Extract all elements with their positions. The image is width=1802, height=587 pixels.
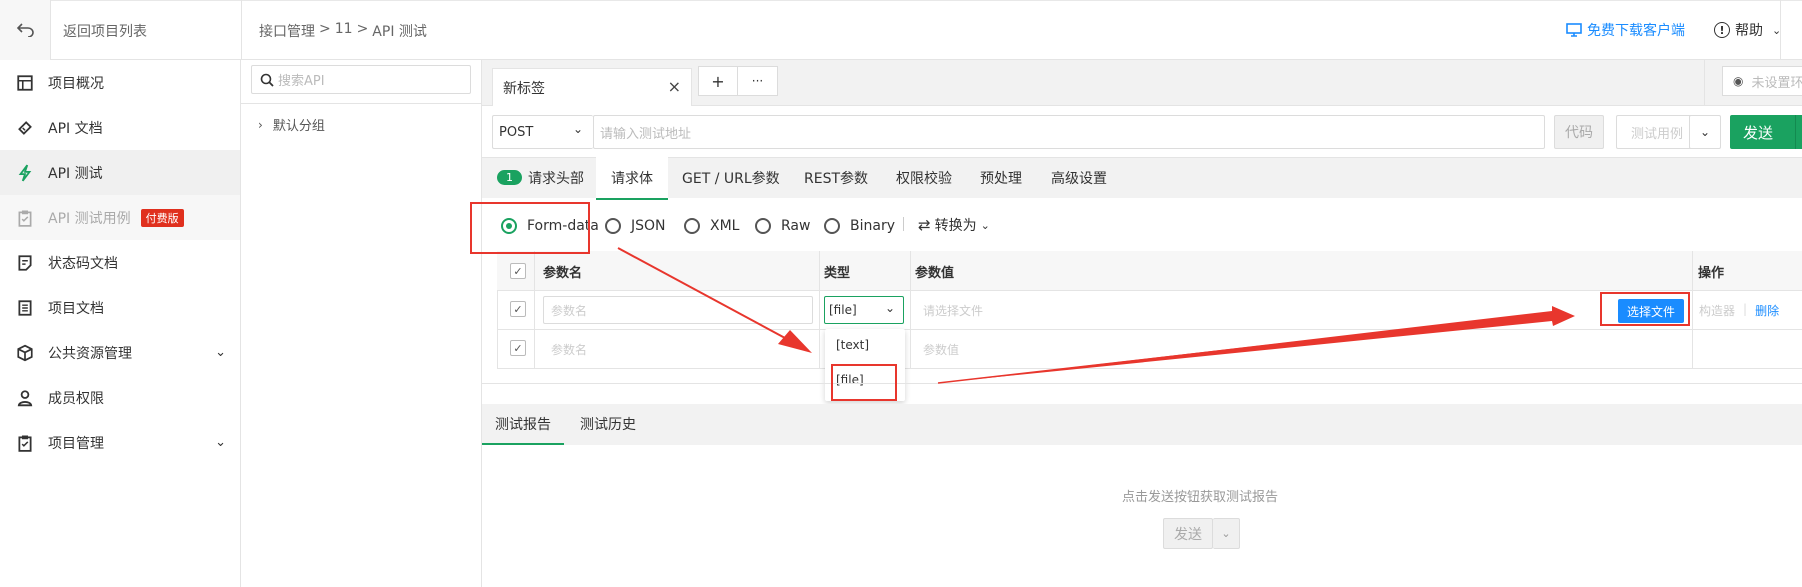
annotation-arrow-line bbox=[937, 312, 1553, 384]
annotation-arrow-line bbox=[617, 247, 799, 346]
annotation-arrow-head bbox=[778, 330, 812, 353]
annotation-arrows bbox=[617, 247, 1575, 384]
